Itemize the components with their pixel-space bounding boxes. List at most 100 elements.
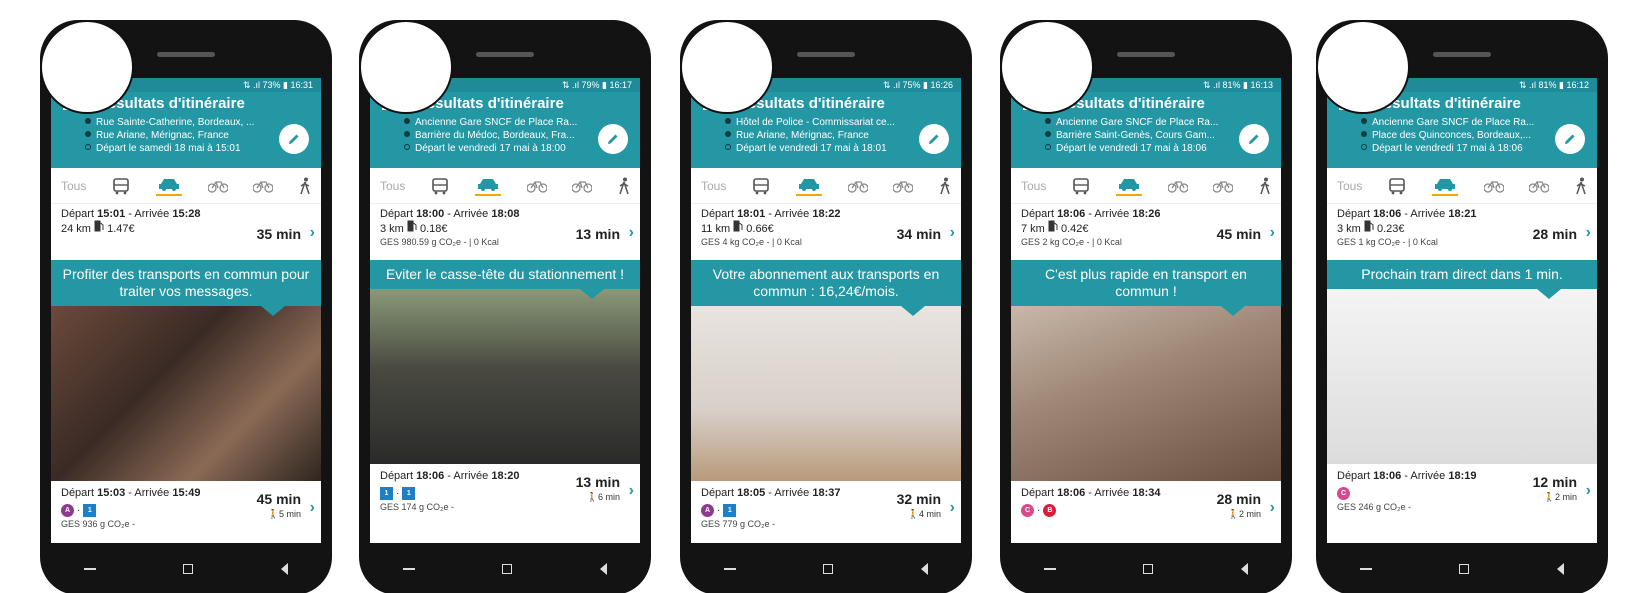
- clock-icon: [85, 144, 91, 150]
- back-icon[interactable]: [1241, 563, 1249, 575]
- recent-apps-icon[interactable]: [723, 568, 736, 570]
- trip-cost: 0.23€: [1376, 223, 1405, 235]
- bike-share-icon[interactable]: [207, 179, 228, 193]
- origin-address: Ancienne Gare SNCF de Place Ra...: [1056, 117, 1219, 128]
- car-icon[interactable]: [1116, 176, 1142, 196]
- back-icon[interactable]: [281, 563, 289, 575]
- destination-address: Place des Quinconces, Bordeaux,...: [1372, 130, 1531, 141]
- depart-label: Départ: [61, 487, 95, 499]
- edit-pencil-icon[interactable]: [598, 124, 628, 154]
- edit-pencil-icon[interactable]: [1555, 124, 1585, 154]
- bus-icon[interactable]: [112, 177, 130, 195]
- destination-address: Barrière Saint-Genès, Cours Gam...: [1056, 130, 1215, 141]
- car-trip-result[interactable]: Départ 18:01 - Arrivée 18:22 11 km 0.66€ G…: [691, 204, 961, 260]
- chevron-right-icon[interactable]: ›: [1586, 224, 1591, 242]
- bus-icon[interactable]: [1388, 177, 1406, 195]
- bus-icon[interactable]: [752, 177, 770, 195]
- bicycle-icon[interactable]: [893, 179, 914, 193]
- transit-trip-result[interactable]: Départ 18:06 - Arrivée 18:34 C · B 28 min 🚶2 …: [1011, 481, 1281, 543]
- home-icon[interactable]: [823, 564, 834, 574]
- phone-mockup: ⇅ .ıl 73% ▮ 16:31 Résultats d'itinéraire R…: [40, 20, 332, 593]
- ges-value: GES 980.59 g CO₂e - | 0 Kcal: [380, 237, 499, 247]
- chevron-right-icon[interactable]: ›: [950, 499, 955, 517]
- bike-share-icon[interactable]: [847, 179, 868, 193]
- home-icon[interactable]: [1143, 564, 1154, 574]
- recent-apps-icon[interactable]: [1359, 568, 1372, 570]
- bus-icon[interactable]: [431, 177, 449, 195]
- car-trip-result[interactable]: Départ 18:06 - Arrivée 18:26 7 km 0.42€ GE…: [1011, 204, 1281, 260]
- transport-mode-tabs: Tous: [51, 168, 321, 204]
- home-icon[interactable]: [183, 564, 194, 574]
- walk-icon[interactable]: [299, 177, 311, 195]
- tab-all[interactable]: Tous: [61, 179, 86, 193]
- app-screen: ⇅ .ıl 75% ▮ 16:26 Résultats d'itinéraire H…: [691, 78, 961, 543]
- destination-icon: [1045, 131, 1051, 137]
- fuel-pump-icon: [407, 220, 417, 235]
- transit-trip-result[interactable]: Départ 18:06 - Arrivée 18:20 1 · 1 GES 174 g…: [370, 464, 640, 534]
- distance: 24 km: [61, 223, 91, 235]
- walk-icon[interactable]: [1575, 177, 1587, 195]
- home-icon[interactable]: [502, 564, 513, 574]
- arrive-time: 18:19: [1448, 470, 1477, 482]
- chevron-right-icon[interactable]: ›: [310, 499, 315, 517]
- car-icon[interactable]: [475, 176, 501, 196]
- separator: ·: [1037, 505, 1041, 516]
- tab-all[interactable]: Tous: [1021, 179, 1046, 193]
- promo-banner: Prochain tram direct dans 1 min.: [1327, 260, 1597, 299]
- walk-icon[interactable]: [618, 177, 630, 195]
- tab-all[interactable]: Tous: [1337, 179, 1362, 193]
- ges-value: GES 936 g CO₂e -: [61, 519, 136, 529]
- bus-icon[interactable]: [1072, 177, 1090, 195]
- transit-trip-result[interactable]: Départ 18:05 - Arrivée 18:37 A · 1 GES 779 g…: [691, 481, 961, 543]
- ges-value: GES 779 g CO₂e -: [701, 519, 776, 529]
- chevron-right-icon[interactable]: ›: [1270, 224, 1275, 242]
- transit-trip-result[interactable]: Départ 18:06 - Arrivée 18:19 C GES 246 g C…: [1327, 464, 1597, 534]
- car-icon[interactable]: [796, 176, 822, 196]
- chevron-right-icon[interactable]: ›: [950, 224, 955, 242]
- transit-trip-result[interactable]: Départ 15:03 - Arrivée 15:49 A · 1 GES 936 g…: [51, 481, 321, 543]
- recent-apps-icon[interactable]: [402, 568, 415, 570]
- arrive-time: 15:49: [172, 487, 201, 499]
- tab-all[interactable]: Tous: [701, 179, 726, 193]
- bicycle-icon[interactable]: [1529, 179, 1550, 193]
- transport-mode-tabs: Tous: [1327, 168, 1597, 204]
- chevron-right-icon[interactable]: ›: [629, 224, 634, 242]
- home-icon[interactable]: [1459, 564, 1470, 574]
- arrive-label: - Arrivée: [128, 208, 170, 220]
- bicycle-icon[interactable]: [253, 179, 274, 193]
- distance: 7 km: [1021, 223, 1045, 235]
- arrive-label: - Arrivée: [447, 208, 489, 220]
- car-trip-result[interactable]: Départ 18:06 - Arrivée 18:21 3 km 0.23€ GE…: [1327, 204, 1597, 260]
- chevron-right-icon[interactable]: ›: [310, 224, 315, 242]
- tab-all[interactable]: Tous: [380, 179, 405, 193]
- camera-placeholder: [40, 20, 134, 114]
- recent-apps-icon[interactable]: [1043, 568, 1056, 570]
- arrive-time: 18:22: [812, 208, 841, 220]
- transport-mode-tabs: Tous: [691, 168, 961, 204]
- recent-apps-icon[interactable]: [83, 568, 96, 570]
- chevron-right-icon[interactable]: ›: [1586, 482, 1591, 500]
- back-icon[interactable]: [600, 563, 608, 575]
- car-trip-result[interactable]: Départ 18:00 - Arrivée 18:08 3 km 0.18€ GE…: [370, 204, 640, 260]
- back-icon[interactable]: [921, 563, 929, 575]
- chevron-right-icon[interactable]: ›: [1270, 499, 1275, 517]
- bicycle-icon[interactable]: [572, 179, 593, 193]
- car-trip-result[interactable]: Départ 15:01 - Arrivée 15:28 24 km 1.47€ 3…: [51, 204, 321, 260]
- edit-pencil-icon[interactable]: [919, 124, 949, 154]
- fuel-pump-icon: [1048, 220, 1058, 235]
- depart-time: 15:01: [97, 208, 126, 220]
- edit-pencil-icon[interactable]: [279, 124, 309, 154]
- bike-share-icon[interactable]: [1167, 179, 1188, 193]
- bicycle-icon[interactable]: [1213, 179, 1234, 193]
- walk-icon[interactable]: [939, 177, 951, 195]
- walk-icon[interactable]: [1259, 177, 1271, 195]
- car-icon[interactable]: [1432, 176, 1458, 196]
- back-icon[interactable]: [1557, 563, 1565, 575]
- bike-share-icon[interactable]: [526, 179, 547, 193]
- chevron-right-icon[interactable]: ›: [629, 482, 634, 500]
- car-icon[interactable]: [156, 176, 182, 196]
- walk-duration: 🚶4 min: [908, 509, 941, 520]
- bike-share-icon[interactable]: [1483, 179, 1504, 193]
- ges-line: GES 246 g CO₂e -: [1337, 502, 1587, 512]
- edit-pencil-icon[interactable]: [1239, 124, 1269, 154]
